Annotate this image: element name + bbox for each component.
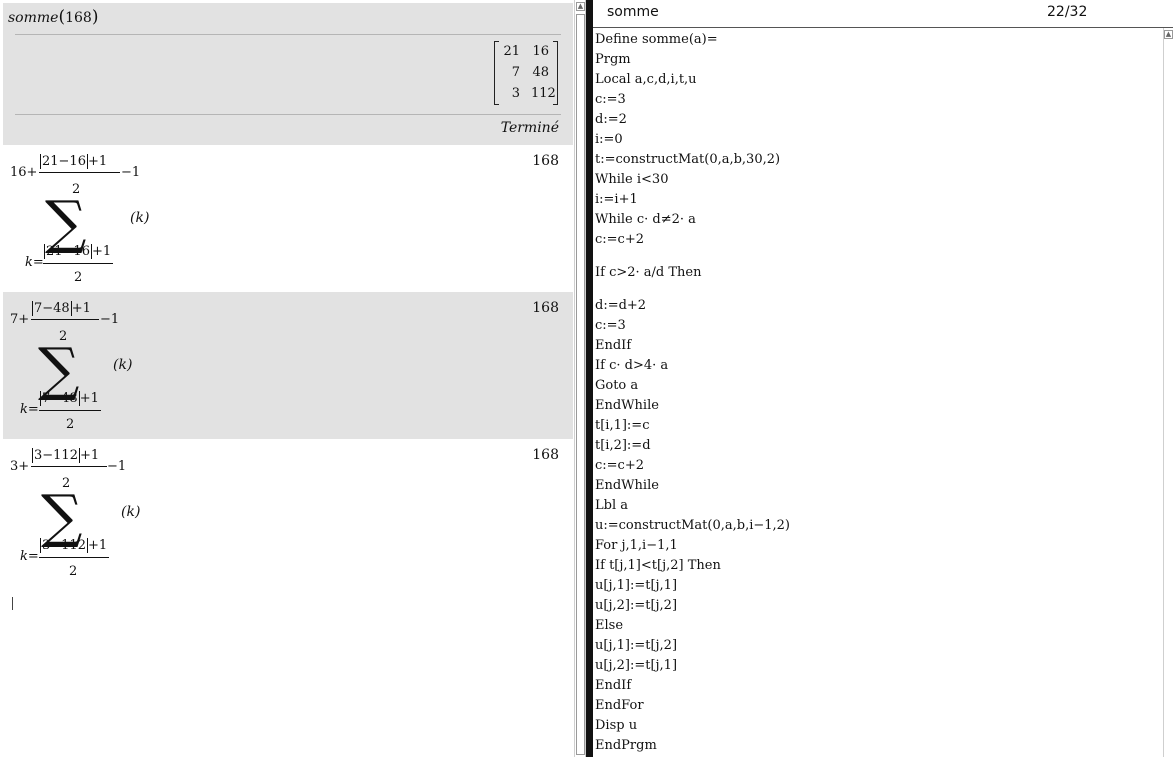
history-entry-sum-3[interactable]: 3+ 3−112 +1 2 −1 ∑ k= 3−112 +1 2 (k) 168	[3, 439, 573, 589]
code-line[interactable]: i:=0	[595, 130, 1161, 150]
code-line[interactable]: Else	[595, 616, 1161, 636]
status-text: Terminé	[500, 120, 559, 136]
abs-value: 3−112	[32, 448, 80, 463]
code-line[interactable]: u[j,1]:=t[j,1]	[595, 576, 1161, 596]
index-variable: k=	[20, 402, 39, 417]
history-entry-sum-1[interactable]: 16+ 21−16 +1 2 −1 ∑ k= 21−16 +1 2 (k) 168	[3, 145, 573, 292]
separator	[15, 34, 561, 35]
code-line[interactable]: u[j,2]:=t[j,2]	[595, 596, 1161, 616]
summand: (k)	[113, 357, 133, 373]
code-line[interactable]: Goto a	[595, 376, 1161, 396]
sum-expression: 7+ 7−48 +1 2 −1 ∑ k= 7−48 +1 2 (k)	[10, 301, 133, 432]
matrix-cell: 16	[532, 44, 549, 59]
denominator: 2	[66, 417, 75, 432]
result-value: 168	[532, 447, 559, 463]
code-line[interactable]: u:=constructMat(0,a,b,i−1,2)	[595, 516, 1161, 536]
matrix-cell: 48	[532, 65, 549, 80]
abs-value: 21−16	[40, 154, 88, 169]
sigma-symbol: ∑	[45, 188, 87, 256]
index-variable: k=	[25, 255, 44, 270]
code-line[interactable]: EndPrgm	[595, 736, 1161, 756]
function-name: somme	[8, 10, 59, 26]
code-line[interactable]: For j,1,i−1,1	[595, 536, 1161, 556]
code-line[interactable]: u[j,2]:=t[j,1]	[595, 656, 1161, 676]
code-line[interactable]: EndWhile	[595, 396, 1161, 416]
code-line[interactable]: While i<30	[595, 170, 1161, 190]
separator	[15, 114, 561, 115]
summand: (k)	[121, 504, 141, 520]
denominator: 2	[69, 564, 78, 579]
summand: (k)	[130, 210, 150, 226]
abs-value: 7−48	[32, 301, 72, 316]
abs-value: 3−112	[40, 538, 88, 553]
code-line[interactable]: If c>2· a/d Then	[595, 250, 1161, 296]
entry-cursor[interactable]	[12, 597, 13, 610]
code-line[interactable]: d:=2	[595, 110, 1161, 130]
sum-start: 16	[10, 165, 27, 180]
editor-scrollbar[interactable]: ▲	[1163, 28, 1173, 757]
matrix-cell: 21	[503, 44, 520, 59]
code-line[interactable]: d:=d+2	[595, 296, 1161, 316]
code-line[interactable]: c:=3	[595, 316, 1161, 336]
code-line[interactable]: Lbl a	[595, 496, 1161, 516]
code-line[interactable]: EndIf	[595, 336, 1161, 356]
history-entry-sum-2[interactable]: 7+ 7−48 +1 2 −1 ∑ k= 7−48 +1 2 (k) 168	[3, 292, 573, 439]
code-line[interactable]: c:=c+2	[595, 230, 1161, 250]
abs-value: 21−16	[44, 244, 92, 259]
sum-expression: 16+ 21−16 +1 2 −1 ∑ k= 21−16 +1 2 (k)	[10, 154, 150, 285]
calculator-scrollbar[interactable]: ▲	[574, 0, 586, 757]
scroll-up-icon[interactable]: ▲	[576, 2, 585, 11]
code-line[interactable]: u[j,1]:=t[j,2]	[595, 636, 1161, 656]
code-line[interactable]: EndWhile	[595, 476, 1161, 496]
code-line[interactable]: EndFor	[595, 696, 1161, 716]
pane-divider[interactable]	[586, 0, 593, 757]
sum-expression: 3+ 3−112 +1 2 −1 ∑ k= 3−112 +1 2 (k)	[10, 448, 141, 579]
result-value: 168	[532, 300, 559, 316]
code-line[interactable]: t[i,2]:=d	[595, 436, 1161, 456]
result-matrix: 21 16 7 48 3 112	[494, 41, 558, 105]
program-title: somme	[607, 4, 659, 20]
code-line[interactable]: Define somme(a)=	[595, 30, 1161, 50]
function-argument: 168	[65, 10, 92, 26]
code-line[interactable]: EndIf	[595, 676, 1161, 696]
sigma-symbol: ∑	[38, 335, 80, 403]
command-input[interactable]: somme(168)	[8, 7, 98, 27]
code-line[interactable]: c:=c+2	[595, 456, 1161, 476]
index-variable: k=	[20, 549, 39, 564]
code-line[interactable]: t[i,1]:=c	[595, 416, 1161, 436]
code-line[interactable]: t:=constructMat(0,a,b,30,2)	[595, 150, 1161, 170]
program-code[interactable]: Define somme(a)= Prgm Local a,c,d,i,t,u c:=…	[595, 30, 1161, 757]
code-line[interactable]: Local a,c,d,i,t,u	[595, 70, 1161, 90]
code-line[interactable]: Disp u	[595, 716, 1161, 736]
calculator-pane[interactable]: somme(168) 21 16 7 48 3 112 Terminé 16+ …	[0, 0, 574, 757]
result-value: 168	[532, 153, 559, 169]
code-line[interactable]: While c· d≠2· a	[595, 210, 1161, 230]
matrix-cell: 7	[511, 65, 520, 80]
editor-header: somme 22/32	[593, 0, 1173, 28]
denominator: 2	[74, 270, 83, 285]
scroll-thumb[interactable]	[576, 14, 585, 755]
code-line[interactable]: If t[j,1]<t[j,2] Then	[595, 556, 1161, 576]
code-line[interactable]: c:=3	[595, 90, 1161, 110]
scroll-up-icon[interactable]: ▲	[1164, 30, 1173, 39]
history-entry-somme[interactable]: somme(168) 21 16 7 48 3 112 Terminé	[3, 3, 573, 145]
matrix-cell: 112	[531, 86, 556, 101]
code-line[interactable]: Prgm	[595, 50, 1161, 70]
abs-value: 7−48	[40, 391, 80, 406]
program-editor[interactable]: somme 22/32 Define somme(a)= Prgm Local a,…	[593, 0, 1173, 757]
code-line[interactable]: i:=i+1	[595, 190, 1161, 210]
matrix-cell: 3	[511, 86, 520, 101]
code-line[interactable]: If c· d>4· a	[595, 356, 1161, 376]
page-indicator: 22/32	[1047, 4, 1088, 20]
sigma-symbol: ∑	[41, 482, 83, 550]
